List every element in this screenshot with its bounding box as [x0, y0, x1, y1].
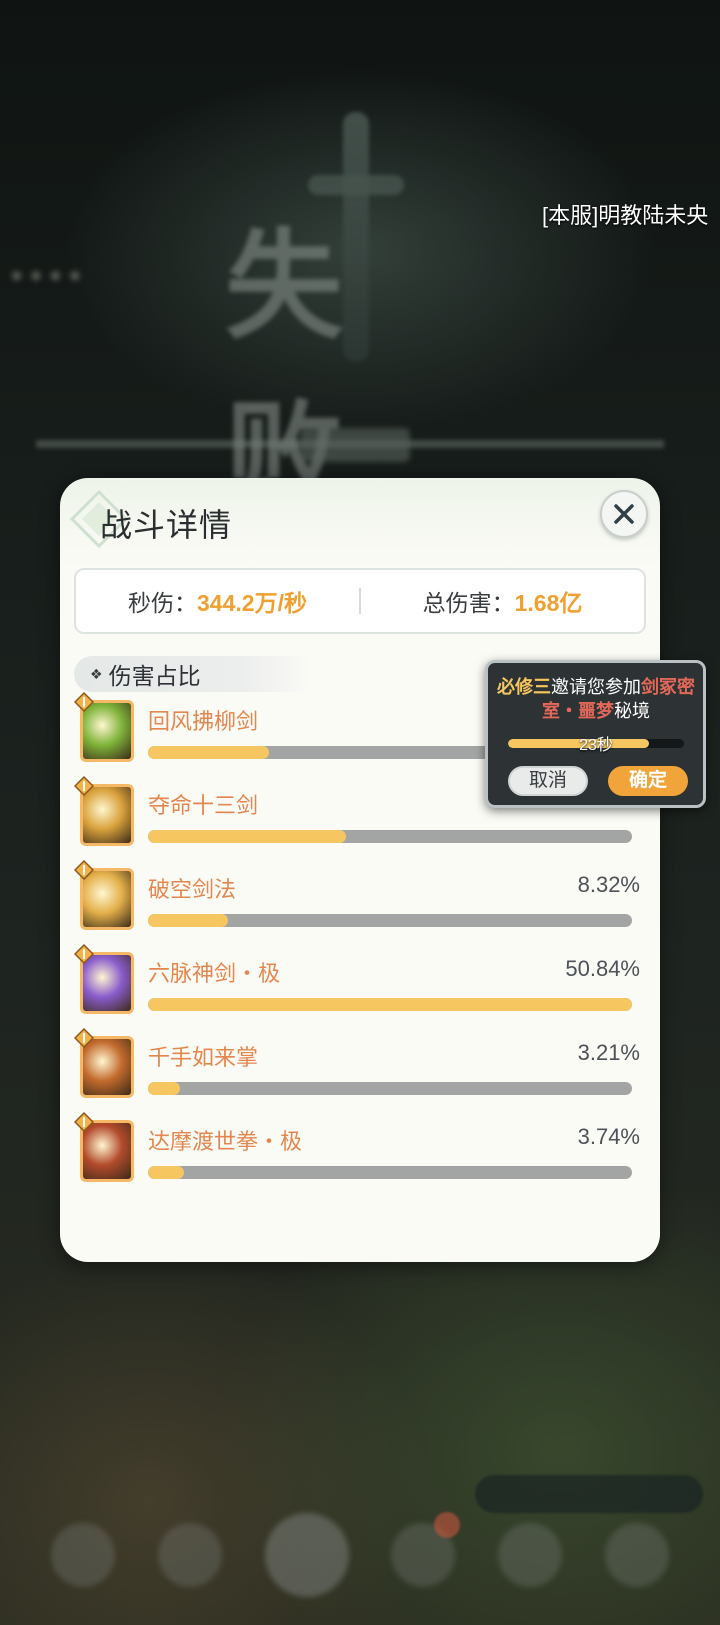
blurred-label: ● ● ● ● [10, 262, 82, 287]
skill-percent: 50.84% [565, 956, 640, 981]
section-title: 伤害占比 [108, 663, 201, 689]
dps-label: 秒伤： [128, 590, 198, 616]
notification-dot [434, 1512, 460, 1538]
dungeon-separator: ・ [560, 701, 578, 721]
damage-share-header: ❖ 伤害占比 [74, 656, 314, 692]
diamond-bullet-icon: ❖ [90, 665, 103, 682]
skill-row: 千手如来掌 3.21% [73, 1027, 640, 1106]
skill-tier-badge-icon [73, 1027, 95, 1049]
damage-bar-fill [148, 1166, 185, 1179]
nav-icon [157, 1523, 222, 1587]
skill-percent: 8.32% [577, 872, 640, 897]
cancel-button[interactable]: 取消 [508, 766, 588, 796]
dps-value: 344.2万/秒 [197, 590, 307, 616]
total-damage-stat: 总伤害：1.68亿 [361, 584, 644, 618]
bottom-nav-blurred [0, 1500, 720, 1610]
skill-percent: 3.74% [577, 1124, 640, 1149]
invitation-popup: 必修三邀请您参加剑冢密室・噩梦秘境 23秒 取消 确定 [485, 660, 706, 808]
skill-name: 破空剑法 [148, 877, 237, 902]
invite-text: 邀请您参加 [551, 677, 641, 697]
skill-row: 达摩渡世拳・极 3.74% [73, 1111, 640, 1190]
damage-bar-fill [148, 998, 632, 1011]
skill-tier-badge-icon [73, 775, 95, 797]
skill-tier-badge-icon [73, 859, 95, 881]
server-chat-message: [本服]明教陆未央 [542, 203, 709, 228]
close-button[interactable] [600, 490, 648, 538]
confirm-button[interactable]: 确定 [608, 766, 688, 796]
skill-name: 六脉神剑・极 [148, 961, 281, 986]
nav-icon [604, 1523, 669, 1587]
inviter-name: 必修三 [497, 677, 551, 697]
skill-name: 夺命十三剑 [148, 793, 259, 818]
countdown-text: 23秒 [579, 737, 613, 754]
nav-icon [51, 1523, 116, 1587]
damage-bar-fill [148, 746, 269, 759]
damage-summary: 秒伤：344.2万/秒 总伤害：1.68亿 [74, 568, 646, 634]
damage-bar-fill [148, 830, 347, 843]
damage-bar-fill [148, 914, 228, 927]
nav-icon [497, 1523, 562, 1587]
skill-name: 千手如来掌 [148, 1045, 259, 1070]
close-icon [614, 504, 634, 524]
total-damage-label: 总伤害： [422, 590, 515, 616]
skill-name: 达摩渡世拳・极 [148, 1129, 303, 1154]
nav-center-icon [264, 1513, 349, 1597]
damage-bar-fill [148, 1082, 180, 1095]
damage-bar-track [148, 830, 632, 843]
damage-bar-track [148, 998, 632, 1011]
total-damage-value: 1.68亿 [514, 590, 583, 616]
skill-tier-badge-icon [73, 943, 95, 965]
skill-row: 六脉神剑・极 50.84% [73, 943, 640, 1022]
skill-tier-badge-icon [73, 1111, 95, 1133]
skill-name: 回风拂柳剑 [148, 709, 259, 734]
invitation-message: 必修三邀请您参加剑冢密室・噩梦秘境 [496, 675, 696, 723]
dungeon-suffix: 秘境 [614, 701, 650, 721]
damage-bar-track [148, 914, 632, 927]
skill-percent: 3.21% [577, 1040, 640, 1065]
damage-bar-track [148, 1166, 632, 1179]
blurred-banner-label [300, 428, 410, 462]
panel-title: 战斗详情 [100, 507, 233, 543]
dps-stat: 秒伤：344.2万/秒 [76, 584, 359, 618]
skill-tier-badge-icon [73, 691, 95, 713]
skill-row: 破空剑法 8.32% [73, 859, 640, 938]
difficulty-name: 噩梦 [578, 701, 614, 721]
damage-bar-track [148, 1082, 632, 1095]
battle-details-panel: 战斗详情 秒伤：344.2万/秒 总伤害：1.68亿 ❖ 伤害占比 回风拂柳剑夺… [60, 478, 660, 1262]
